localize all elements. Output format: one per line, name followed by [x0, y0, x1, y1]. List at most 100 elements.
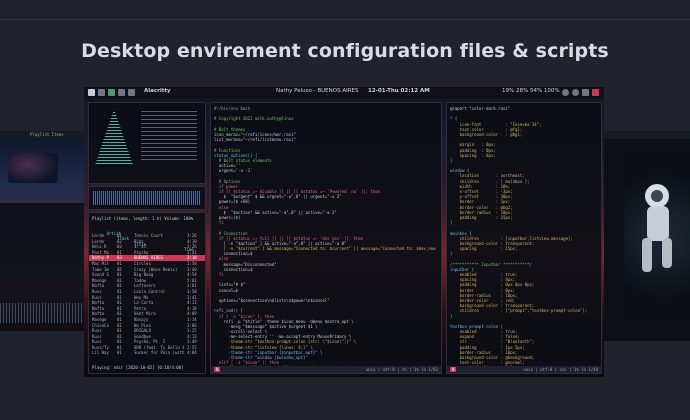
- visualizer-window: [88, 186, 206, 210]
- editor-window-rasi[interactable]: @import "color-dark.rasi" * { icon-font :…: [446, 102, 602, 374]
- track-time: 3:26: [187, 244, 197, 250]
- track-title: Circles: [134, 260, 151, 266]
- track-number: 01: [117, 311, 122, 317]
- track-number: 01: [117, 283, 122, 289]
- workspace-icon[interactable]: [88, 89, 95, 96]
- desktop-screenshot: Alacritty Nathy Peluso - BUENOS AIRES 12…: [84, 87, 604, 377]
- track-artist: Mac Mil: [92, 260, 109, 266]
- track-title: Leftovers: [134, 283, 156, 289]
- system-stats: 19% 28% 54% 100%: [502, 88, 560, 94]
- track-number: 01: [117, 305, 122, 311]
- track-time: 2:50: [187, 260, 197, 266]
- track-time: 3:01: [187, 283, 197, 289]
- track-time: 3:18: [187, 255, 197, 261]
- clock: 12-01-Thu 02:12 AM: [368, 88, 430, 94]
- track-time: 3:14: [187, 316, 197, 322]
- code-area[interactable]: @import "color-dark.rasi" * { icon-font :…: [450, 106, 588, 373]
- track-artist: Lorde: [92, 238, 105, 244]
- track-title: SRR (feat. Ty Dolla $ign): [134, 344, 184, 350]
- window-title: Alacritty: [144, 88, 171, 94]
- track-number: 01: [117, 249, 122, 255]
- distro-logo: [95, 109, 133, 165]
- editor-statusline: N unix | utf-8 | css | 1% ln 1/48: [447, 366, 601, 373]
- track-artist: Russ: [92, 339, 102, 345]
- track-title: Goodbye: [134, 333, 151, 339]
- playlist: Lorde 01 Tennis Court 3:26 Lorde 02 Ribs 4:19 He…: [89, 233, 205, 356]
- track-title: 3: 45: [134, 244, 147, 250]
- track-artist: Masego: [92, 316, 107, 322]
- track-time: 3:26: [187, 233, 197, 238]
- track-artist: Masego: [92, 277, 107, 283]
- track-number: 01: [117, 300, 122, 306]
- wifi-icon[interactable]: [562, 89, 569, 96]
- track-title: Vent Mira: [134, 311, 156, 317]
- track-artist: Russ: [92, 294, 102, 300]
- system-info-text: [141, 111, 197, 161]
- code-area[interactable]: #!/bin/env bash # Copyright 2022 mitk.nat…: [214, 106, 436, 373]
- track-title: Tadow: [134, 277, 147, 283]
- page-title: Desktop envirement configuration files &…: [81, 40, 609, 62]
- track-artist: Nathy P: [92, 255, 109, 261]
- track-time: 4:54: [187, 272, 197, 278]
- track-time: 3:58: [187, 288, 197, 294]
- track-artist: ChicoCo: [92, 322, 109, 328]
- track-time: 4:18: [187, 305, 197, 311]
- left-preview-art: [8, 153, 58, 183]
- track-title: ORIGALO: [134, 328, 151, 334]
- track-title: Crazy (Wave Remix): [134, 266, 178, 272]
- track-number: 02: [117, 238, 122, 244]
- workspace-icon[interactable]: [128, 89, 135, 96]
- playlist-header: Playlist (items, length: 1 h) Volume: 10…: [92, 216, 194, 221]
- editor-statusline: N unix | utf-8 | sh | 1% ln 1/82: [211, 366, 441, 373]
- track-time: 3:41: [187, 249, 197, 255]
- track-number: 01: [117, 288, 122, 294]
- track-title: No Pino: [134, 322, 151, 328]
- editor-window-script[interactable]: #!/bin/env bash # Copyright 2022 mitk.nat…: [210, 102, 442, 374]
- mode-indicator: N: [214, 367, 221, 372]
- file-info: unix | utf-8 | css | 1% ln 1/48: [523, 367, 598, 372]
- track-time: 2:55: [187, 344, 197, 350]
- track-number: 01: [117, 328, 122, 334]
- track-title: BUENOS AIRES: [134, 255, 163, 261]
- track-artist: Nafta: [92, 283, 105, 289]
- track-title: Big Bang: [134, 272, 154, 278]
- track-time: 4:09: [187, 311, 197, 317]
- track-artist: Nafta: [92, 300, 105, 306]
- track-title: Tennis Court: [134, 233, 163, 238]
- left-preview-panel: [0, 203, 96, 283]
- track-artist: Russ: [92, 333, 102, 339]
- volume-icon[interactable]: [582, 89, 589, 96]
- track-number: 03: [117, 255, 122, 261]
- track-title: Petra: [134, 305, 147, 311]
- track-title: Ribs: [134, 238, 144, 244]
- workspace-icon[interactable]: [118, 89, 125, 96]
- track-time: 5:02: [187, 277, 197, 283]
- left-preview-title: Playlist Items: [30, 132, 64, 137]
- track-number: 01: [117, 316, 122, 322]
- workspace-icon[interactable]: [98, 89, 105, 96]
- track-artist: Tame Im: [92, 266, 109, 272]
- track-artist: Post Ma: [92, 249, 109, 255]
- file-info: unix | utf-8 | sh | 1% ln 1/82: [365, 367, 438, 372]
- top-panel: Alacritty Nathy Peluso - BUENOS AIRES 12…: [84, 87, 604, 98]
- now-playing-label: Nathy Peluso - BUENOS AIRES: [276, 88, 359, 94]
- track-title: Sucker for Pain (with ...): [134, 350, 184, 356]
- now-playing-status: Playing: ndcr [2020-10-02] [0:18/4:00]: [92, 364, 184, 370]
- track-time: 3:40: [187, 266, 197, 272]
- track-artist: Nafta: [92, 311, 105, 317]
- terminal-icon[interactable]: [108, 89, 115, 96]
- track-title: Psycho, Pt. 2: [134, 339, 166, 345]
- track-time: 3:25: [187, 328, 197, 334]
- bluetooth-icon[interactable]: [572, 89, 579, 96]
- track-number: 01: [117, 277, 122, 283]
- track-number: 01: [117, 350, 122, 356]
- mode-indicator: N: [450, 367, 457, 372]
- track-artist: Lil Way: [92, 350, 109, 356]
- code-line: children : ["prompt","textbox-prompt-col…: [450, 308, 588, 314]
- playlist-row[interactable]: Lil Way 01 Sucker for Pain (with ...)4:04: [89, 350, 205, 356]
- system-info-window: [88, 102, 206, 184]
- power-icon[interactable]: [592, 89, 599, 96]
- track-title: Losin Control: [134, 288, 166, 294]
- right-preview-screenshot: [604, 131, 690, 341]
- track-number: 01: [117, 339, 122, 345]
